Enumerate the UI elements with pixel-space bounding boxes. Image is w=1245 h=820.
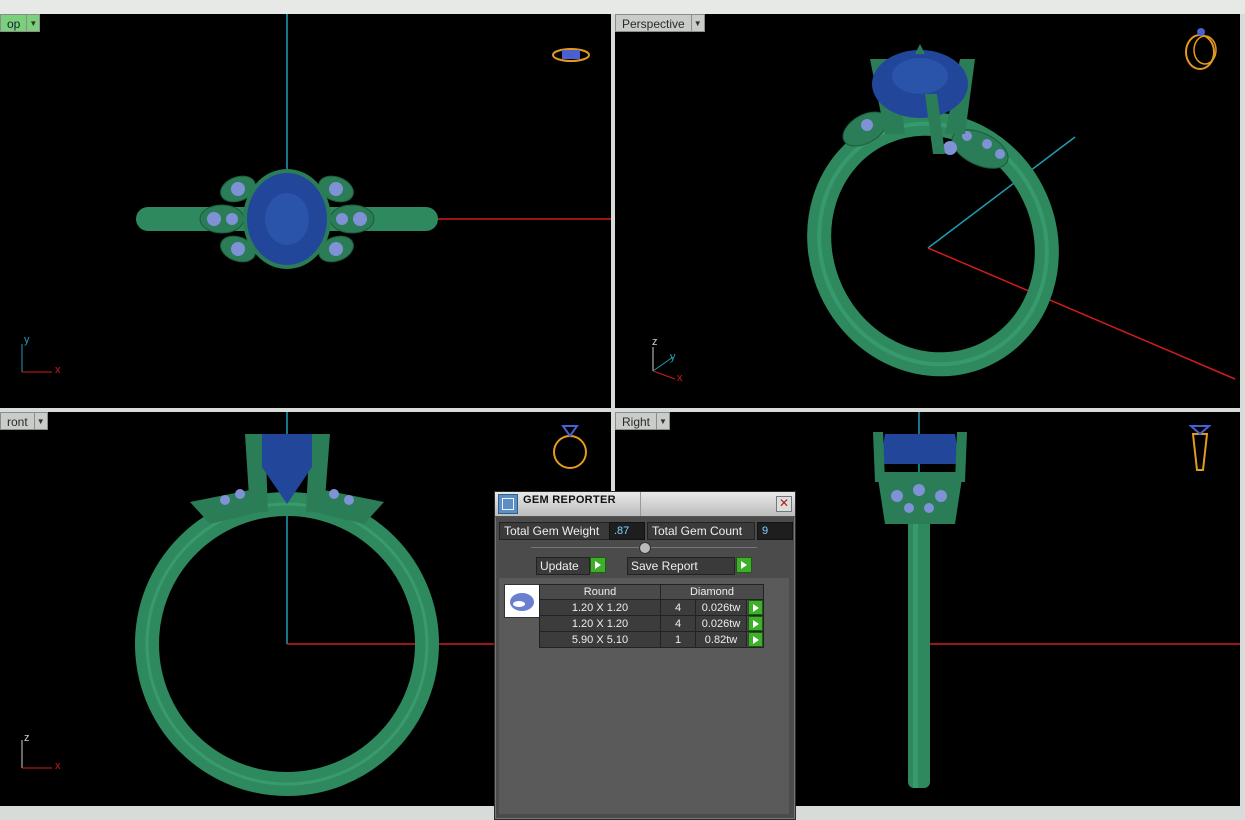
- row-select-button[interactable]: [746, 599, 764, 616]
- gem-count: 4: [660, 599, 696, 616]
- save-report-button-label: Save Report: [627, 557, 735, 575]
- table-row[interactable]: 5.90 X 5.10 1 0.82tw: [539, 631, 764, 648]
- column-header-material: Diamond: [660, 584, 764, 600]
- save-report-button[interactable]: Save Report: [627, 557, 752, 575]
- gem-thumbnail-icon: [504, 584, 540, 618]
- viewport-label-text: Right: [615, 412, 657, 430]
- top-nav-icon[interactable]: [552, 48, 590, 62]
- axis-label-x: x: [55, 760, 61, 772]
- row-select-button[interactable]: [746, 631, 764, 648]
- play-icon[interactable]: [736, 557, 752, 573]
- viewport-label-right[interactable]: Right ▼: [615, 412, 671, 430]
- total-gem-weight-value: .87: [609, 522, 645, 540]
- total-gem-count-value: 9: [757, 522, 793, 540]
- update-button-label: Update: [536, 557, 590, 575]
- update-button[interactable]: Update: [536, 557, 606, 575]
- axis-label-z: z: [24, 732, 30, 744]
- gem-reporter-panel[interactable]: GEM REPORTER ✕ Total Gem Weight .87 Tota…: [494, 491, 796, 820]
- axis-label-y: y: [670, 351, 676, 363]
- viewport-label-text: ront: [0, 412, 34, 430]
- gem-reporter-logo-icon: [498, 494, 518, 514]
- gem-weight: 0.82tw: [695, 631, 747, 648]
- column-header-shape: Round: [539, 584, 661, 600]
- gem-table: Round Diamond 1.20 X 1.20 4 0.026tw 1.20…: [539, 584, 764, 648]
- play-icon[interactable]: [747, 616, 763, 631]
- viewport-top[interactable]: op ▼ y x: [0, 14, 611, 408]
- top-view-scene: [21, 14, 611, 373]
- table-row[interactable]: 1.20 X 1.20 4 0.026tw: [539, 615, 764, 632]
- gem-table-area: Round Diamond 1.20 X 1.20 4 0.026tw 1.20…: [499, 578, 789, 814]
- front-nav-icon[interactable]: [553, 425, 587, 469]
- play-icon[interactable]: [747, 600, 763, 615]
- top-strip: [0, 0, 1245, 14]
- axis-label-x: x: [677, 372, 683, 384]
- perspective-view-scene: [652, 28, 1236, 380]
- viewport-label-text: op: [0, 14, 27, 32]
- viewport-label-top[interactable]: op ▼: [0, 14, 41, 32]
- gem-reporter-titlebar[interactable]: GEM REPORTER ✕: [495, 492, 795, 517]
- dropdown-arrow-icon[interactable]: ▼: [26, 14, 41, 32]
- panel-expand-knob[interactable]: [639, 542, 651, 554]
- dropdown-arrow-icon[interactable]: ▼: [690, 14, 705, 32]
- gem-size: 1.20 X 1.20: [539, 615, 661, 632]
- gem-reporter-title: GEM REPORTER: [523, 494, 616, 506]
- viewport-perspective[interactable]: Perspective ▼ z y x: [615, 14, 1240, 408]
- close-icon[interactable]: ✕: [776, 496, 792, 512]
- perspective-nav-icon[interactable]: [1185, 28, 1217, 70]
- dropdown-arrow-icon[interactable]: ▼: [656, 412, 671, 430]
- play-icon[interactable]: [747, 632, 763, 647]
- gem-weight: 0.026tw: [695, 615, 747, 632]
- viewport-label-perspective[interactable]: Perspective ▼: [615, 14, 705, 32]
- title-separator: [640, 492, 641, 516]
- axis-label-x: x: [55, 364, 61, 376]
- gem-weight: 0.026tw: [695, 599, 747, 616]
- viewport-label-text: Perspective: [615, 14, 691, 32]
- total-gem-weight-label: Total Gem Weight: [499, 522, 610, 540]
- gem-count: 1: [660, 631, 696, 648]
- table-row[interactable]: 1.20 X 1.20 4 0.026tw: [539, 599, 764, 616]
- play-icon[interactable]: [590, 557, 606, 573]
- viewport-label-front[interactable]: ront ▼: [0, 412, 48, 430]
- axis-label-y: y: [24, 334, 30, 346]
- gem-count: 4: [660, 615, 696, 632]
- right-nav-icon[interactable]: [1188, 425, 1212, 471]
- axis-label-z: z: [652, 336, 658, 348]
- dropdown-arrow-icon[interactable]: ▼: [33, 412, 48, 430]
- row-select-button[interactable]: [746, 615, 764, 632]
- total-gem-count-label: Total Gem Count: [647, 522, 755, 540]
- gem-size: 1.20 X 1.20: [539, 599, 661, 616]
- gem-size: 5.90 X 5.10: [539, 631, 661, 648]
